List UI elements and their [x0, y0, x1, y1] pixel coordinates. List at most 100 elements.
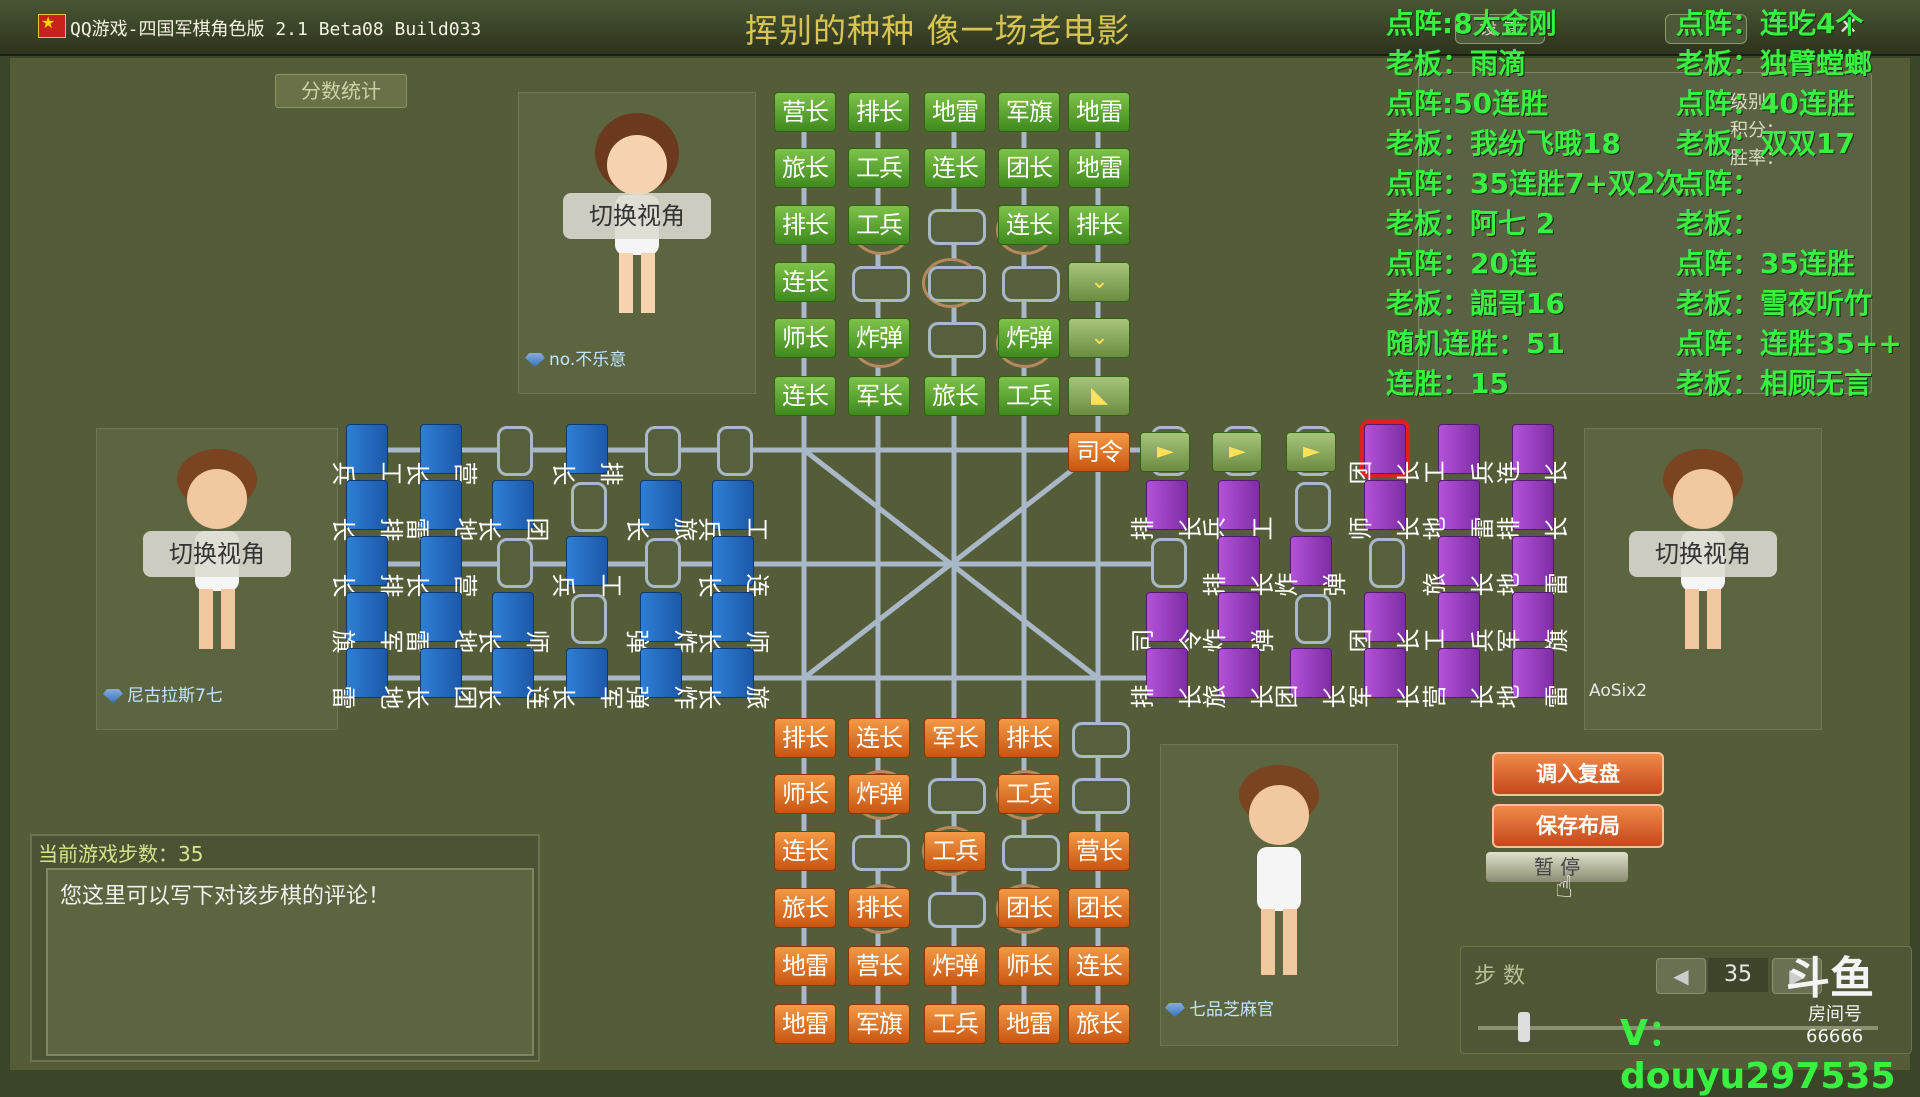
empty-slot[interactable]	[1002, 835, 1060, 871]
empty-slot[interactable]	[717, 426, 753, 476]
piece-bottom[interactable]: 工兵	[924, 1004, 986, 1044]
piece-right[interactable]: 排长	[1495, 480, 1571, 541]
piece-right[interactable]: 旅长	[1421, 536, 1497, 597]
piece-bottom[interactable]: 团长	[1068, 888, 1130, 928]
piece-bottom[interactable]: 营长	[848, 946, 910, 986]
piece-top[interactable]: 连长	[924, 148, 986, 188]
empty-slot[interactable]	[928, 209, 986, 245]
piece-right[interactable]: 旅长	[1201, 648, 1277, 709]
piece-bottom[interactable]: 连长	[1068, 946, 1130, 986]
empty-slot[interactable]	[571, 594, 607, 644]
piece-left[interactable]: 军旗	[329, 592, 405, 653]
piece-bottom[interactable]: 地雷	[998, 1004, 1060, 1044]
piece-bottom[interactable]: 旅长	[774, 888, 836, 928]
piece-bottom[interactable]: 炸弹	[924, 946, 986, 986]
piece-left[interactable]: 旅长	[623, 480, 699, 541]
piece-left[interactable]: 工兵	[549, 536, 625, 597]
piece-right[interactable]: 团长	[1347, 592, 1423, 653]
empty-slot[interactable]	[645, 426, 681, 476]
piece-top[interactable]: 连长	[774, 376, 836, 416]
piece-top[interactable]: 排长	[848, 92, 910, 132]
piece-bottom[interactable]: 军长	[924, 718, 986, 758]
piece-top[interactable]: 地雷	[924, 92, 986, 132]
piece-left[interactable]: 地雷	[403, 592, 479, 653]
prev-step-button[interactable]: ◀	[1656, 958, 1706, 994]
piece-right[interactable]: 炸弹	[1201, 592, 1277, 653]
empty-slot[interactable]	[928, 266, 986, 302]
piece-right[interactable]: 炸弹	[1273, 536, 1349, 597]
piece-top[interactable]: 工兵	[998, 376, 1060, 416]
piece-left[interactable]: 地雷	[403, 480, 479, 541]
piece-top[interactable]: 排长	[774, 205, 836, 245]
piece-bottom[interactable]: 师长	[998, 946, 1060, 986]
piece-top[interactable]: 排长	[1068, 205, 1130, 245]
piece-right[interactable]: 团长	[1347, 420, 1423, 485]
empty-slot[interactable]	[497, 538, 533, 588]
piece-left[interactable]: 排长	[329, 480, 405, 541]
piece-top[interactable]: 军长	[848, 376, 910, 416]
empty-slot[interactable]	[1072, 722, 1130, 758]
piece-bottom[interactable]: 工兵	[924, 831, 986, 871]
empty-slot[interactable]	[645, 538, 681, 588]
empty-slot[interactable]	[571, 482, 607, 532]
empty-slot[interactable]	[928, 778, 986, 814]
piece-bottom[interactable]: 连长	[774, 831, 836, 871]
switch-view-button-right[interactable]: 切换视角	[1629, 531, 1777, 577]
piece-top[interactable]: ⌄	[1068, 318, 1130, 358]
piece-bottom[interactable]: 地雷	[774, 946, 836, 986]
piece-right[interactable]: 工兵	[1421, 592, 1497, 653]
piece-left[interactable]: 排长	[549, 424, 625, 485]
piece-left[interactable]: 营长	[403, 536, 479, 597]
piece-right[interactable]: 师长	[1347, 480, 1423, 541]
piece-top[interactable]: 炸弹	[848, 318, 910, 358]
piece-right[interactable]: 军旗	[1495, 592, 1571, 653]
piece-top[interactable]: 营长	[774, 92, 836, 132]
empty-slot[interactable]	[1002, 266, 1060, 302]
piece-left[interactable]: 团长	[403, 648, 479, 709]
piece-left[interactable]: 旅长	[695, 648, 771, 709]
piece-left[interactable]: 炸弹	[623, 592, 699, 653]
piece-left[interactable]: 团长	[475, 480, 551, 541]
piece-top[interactable]: 旅长	[774, 148, 836, 188]
piece-right[interactable]: 排长	[1129, 480, 1205, 541]
step-slider-handle[interactable]	[1518, 1012, 1530, 1042]
piece-right[interactable]: 团长	[1273, 648, 1349, 709]
empty-slot[interactable]	[852, 835, 910, 871]
piece-bottom[interactable]: 军旗	[848, 1004, 910, 1044]
empty-slot[interactable]	[1369, 538, 1405, 588]
piece-right[interactable]: 司令	[1129, 592, 1205, 653]
piece-left[interactable]: 军长	[549, 648, 625, 709]
piece-bottom[interactable]: 工兵	[998, 774, 1060, 814]
empty-slot[interactable]	[1072, 778, 1130, 814]
piece-bottom[interactable]: 炸弹	[848, 774, 910, 814]
piece-left[interactable]: 师长	[695, 592, 771, 653]
piece-bottom[interactable]: 地雷	[774, 1004, 836, 1044]
piece-right[interactable]: 军长	[1347, 648, 1423, 709]
facedown-piece[interactable]: ►	[1140, 432, 1190, 472]
piece-top[interactable]: 工兵	[848, 205, 910, 245]
piece-right[interactable]: 营长	[1421, 648, 1497, 709]
piece-top[interactable]: 地雷	[1068, 92, 1130, 132]
piece-bottom[interactable]: 师长	[774, 774, 836, 814]
empty-slot[interactable]	[852, 266, 910, 302]
piece-top[interactable]: ⌄	[1068, 262, 1130, 302]
piece-right[interactable]: 兵工	[1201, 480, 1277, 541]
piece-bottom[interactable]: 连长	[848, 718, 910, 758]
piece-left[interactable]: 排长	[329, 536, 405, 597]
load-replay-button[interactable]: 调入复盘	[1492, 752, 1664, 796]
facedown-piece[interactable]: ►	[1286, 432, 1336, 472]
piece-top[interactable]: 炸弹	[998, 318, 1060, 358]
piece-left[interactable]: 师长	[475, 592, 551, 653]
piece-right[interactable]: 工兵	[1421, 424, 1497, 485]
piece-top[interactable]: 工兵	[848, 148, 910, 188]
piece-right[interactable]: 地雷	[1495, 536, 1571, 597]
piece-right[interactable]: 排长	[1129, 648, 1205, 709]
commander-piece[interactable]: 司令	[1068, 432, 1130, 472]
piece-left[interactable]: 工兵	[695, 480, 771, 541]
facedown-piece[interactable]: ►	[1212, 432, 1262, 472]
piece-bottom[interactable]: 营长	[1068, 831, 1130, 871]
piece-right[interactable]: 排长	[1201, 536, 1277, 597]
piece-bottom[interactable]: 团长	[998, 888, 1060, 928]
empty-slot[interactable]	[1151, 538, 1187, 588]
empty-slot[interactable]	[497, 426, 533, 476]
